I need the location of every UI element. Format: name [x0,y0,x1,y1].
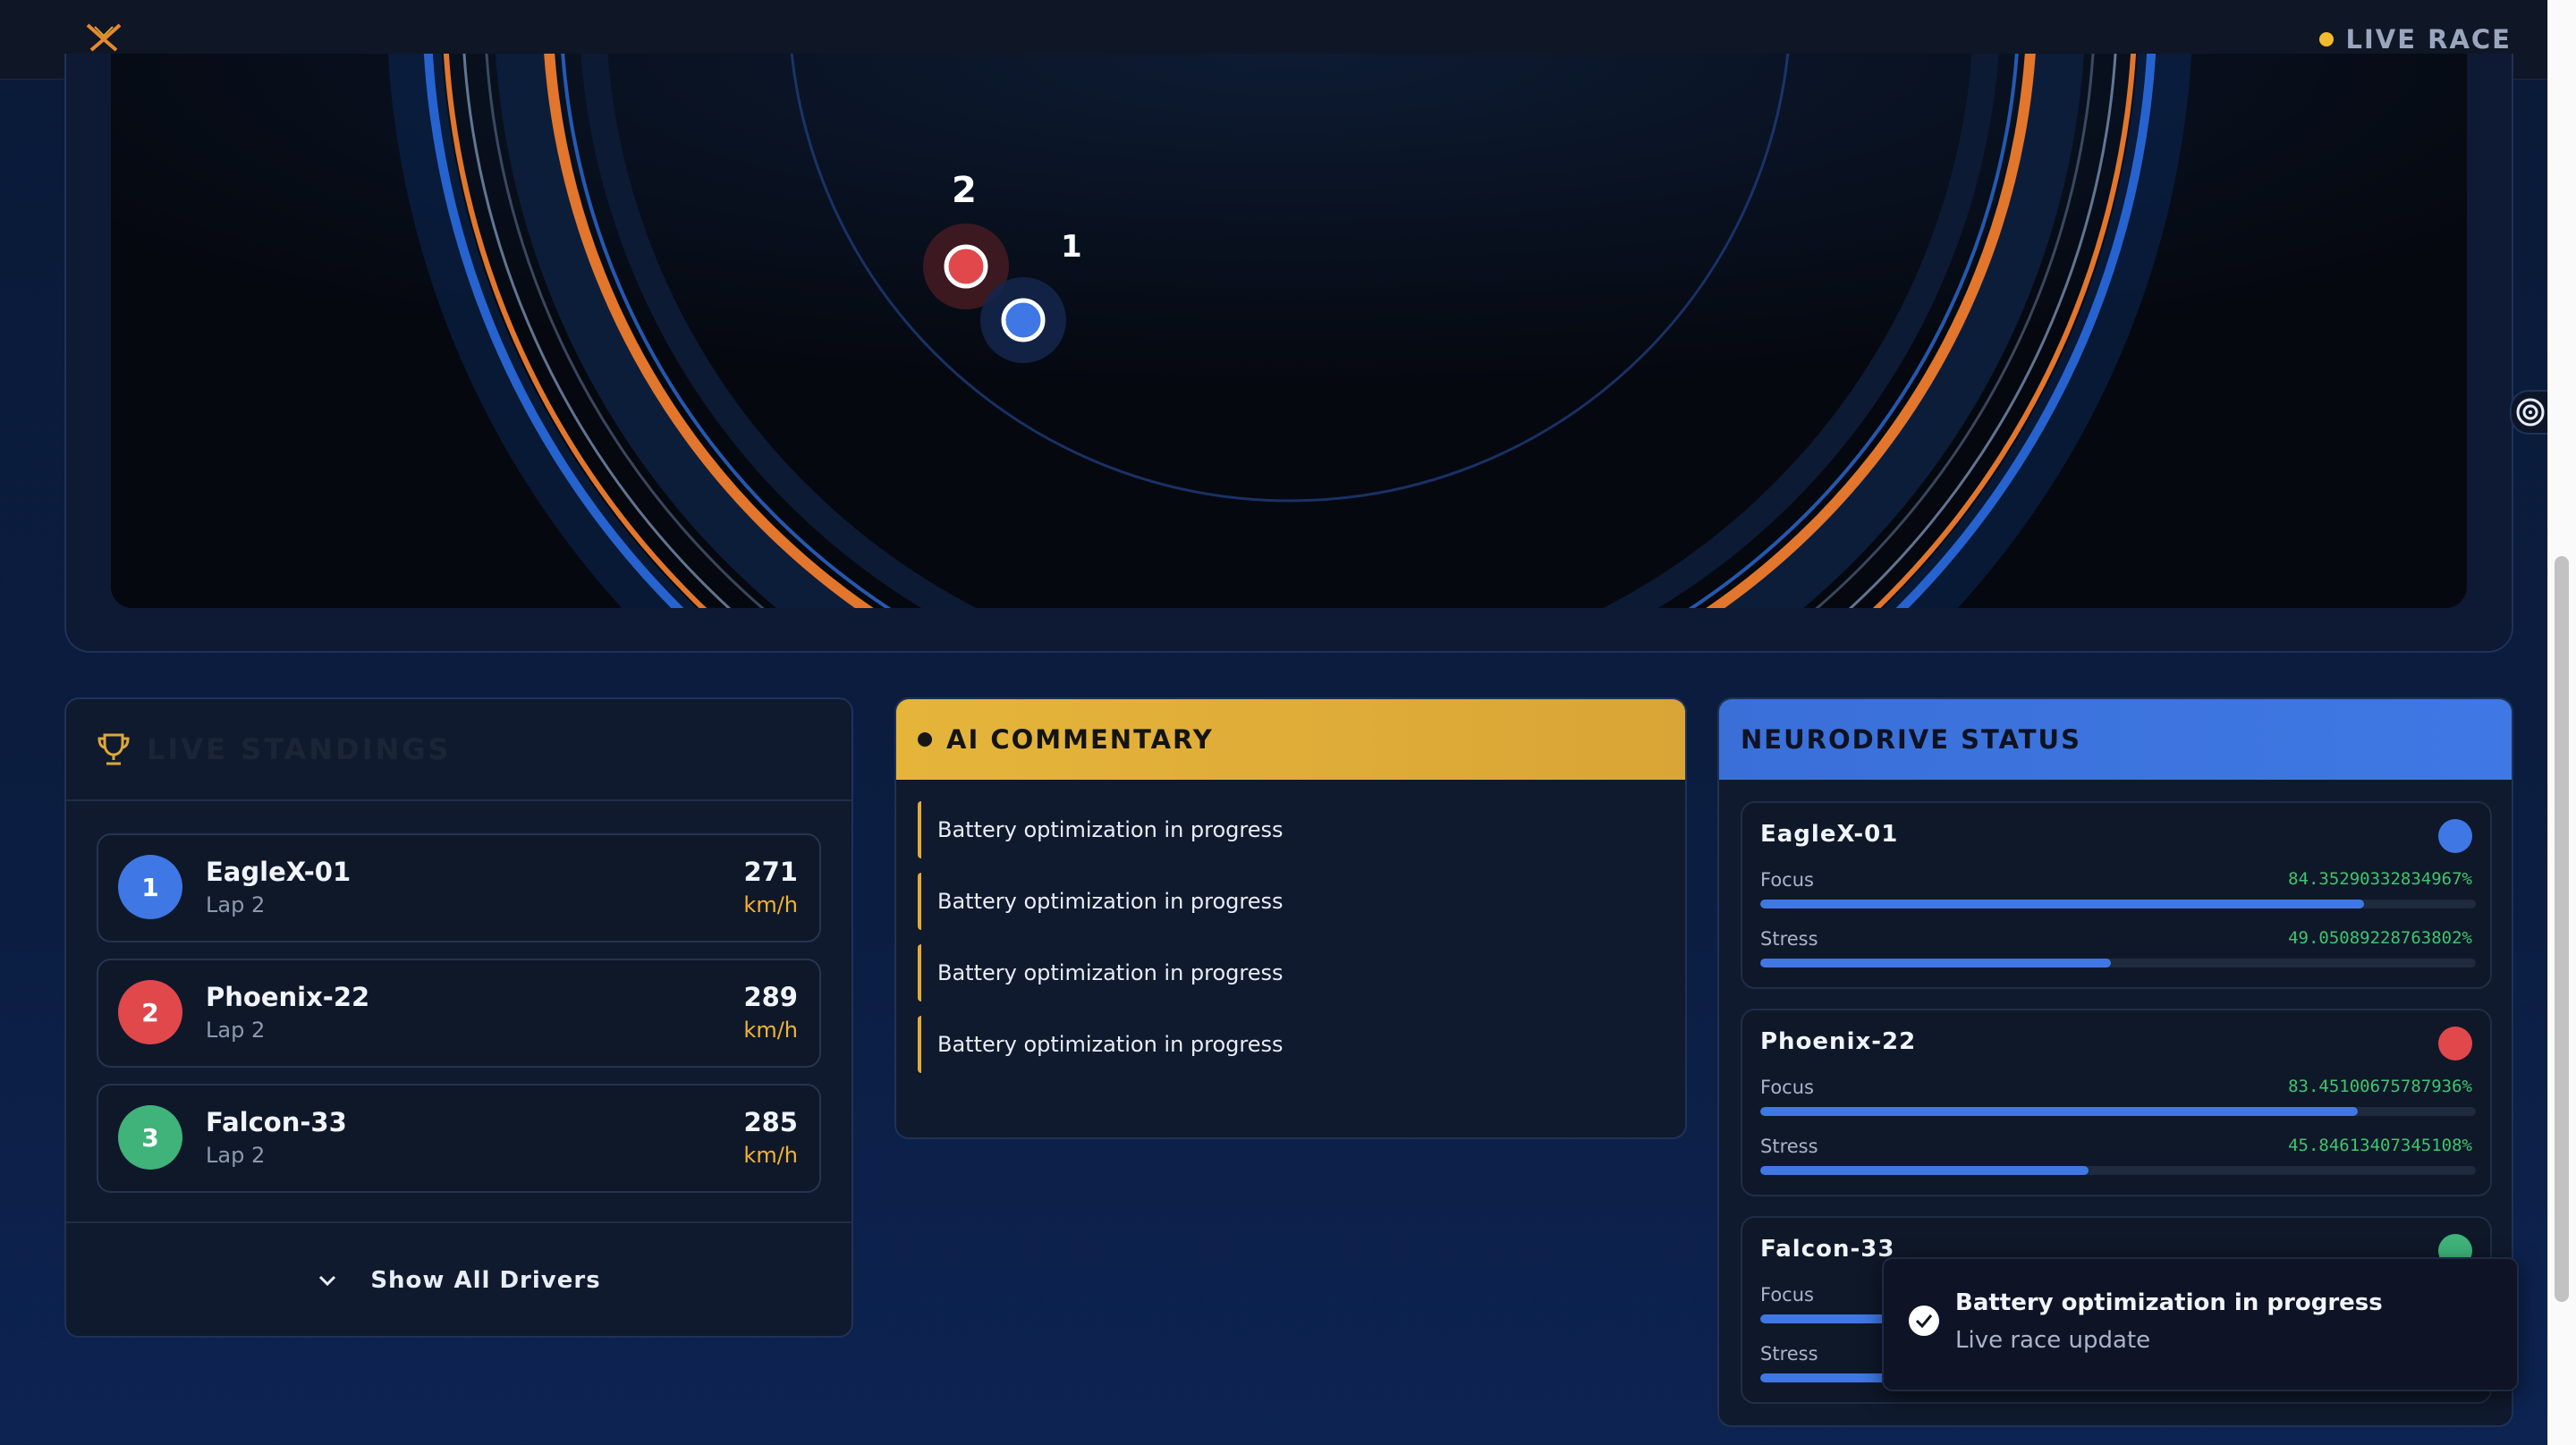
commentary-title: AI COMMENTARY [946,724,1214,755]
focus-label: Focus [1760,1284,1814,1306]
focus-bar-fill [1760,1107,2358,1116]
stress-bar [1760,959,2476,968]
ai-commentary-panel: AI COMMENTARY Battery optimization in pr… [894,697,1687,1139]
chevron-down-icon [319,1275,336,1287]
focus-label: Focus [1760,1077,1814,1098]
track-marker-1 [1001,298,1046,342]
speed-unit: km/h [743,1143,798,1168]
track-marker-label-2: 2 [952,170,977,211]
stress-bar-fill [1760,959,2112,968]
commentary-status-dot [918,732,932,747]
focus-value: 83.45100675787936% [2288,1077,2472,1096]
position-badge: 3 [118,1105,182,1170]
position-badge: 2 [118,980,182,1044]
driver-lap: Lap 2 [206,892,266,917]
target-icon [2516,398,2545,427]
neurodrive-title: NEURODRIVE STATUS [1741,724,2081,755]
focus-bar [1760,900,2476,908]
check-circle-icon [1909,1306,1939,1336]
crossed-wings-logo-icon[interactable] [84,20,123,55]
driver-color-indicator [2438,1027,2472,1061]
commentary-item: Battery optimization in progress [918,873,1653,930]
show-all-drivers-label: Show All Drivers [370,1267,601,1294]
focus-value: 84.35290332834967% [2288,869,2472,889]
neurodrive-driver-name: Falcon-33 [1760,1236,1895,1263]
toast-notification[interactable]: Battery optimization in progress Live ra… [1882,1257,2519,1391]
toast-subtitle: Live race update [1955,1327,2151,1354]
neurodrive-card: Phoenix-22 Focus 83.45100675787936% Stre… [1741,1009,2492,1196]
recenter-target-button[interactable] [2510,390,2549,435]
neurodrive-driver-name: EagleX-01 [1760,821,1899,848]
neurodrive-header: NEURODRIVE STATUS [1719,699,2512,780]
stress-bar-fill [1760,1166,2089,1175]
track-svg [111,54,2467,608]
commentary-header: AI COMMENTARY [896,699,1685,780]
track-marker-2 [944,244,988,289]
driver-speed: 289 [743,982,798,1012]
focus-label: Focus [1760,869,1814,891]
driver-lap: Lap 2 [206,1018,266,1043]
standings-title: LIVE STANDINGS [147,732,452,766]
stress-bar [1760,1166,2476,1175]
live-race-label: LIVE RACE [2345,24,2512,55]
toast-message: Battery optimization in progress [1955,1289,2383,1316]
standings-header: LIVE STANDINGS [66,699,852,801]
scrollbar-thumb[interactable] [2555,556,2569,1302]
standings-row[interactable]: 1 EagleX-01 Lap 2 271 km/h [97,833,821,942]
driver-name: Phoenix-22 [206,982,370,1012]
driver-color-indicator [2438,819,2472,853]
focus-bar [1760,1107,2476,1116]
position-badge: 1 [118,855,182,919]
trophy-icon [97,733,130,765]
driver-speed: 271 [743,857,798,887]
speed-unit: km/h [743,1018,798,1043]
neurodrive-driver-name: Phoenix-22 [1760,1028,1917,1055]
driver-lap: Lap 2 [206,1143,266,1168]
standings-row[interactable]: 3 Falcon-33 Lap 2 285 km/h [97,1084,821,1193]
commentary-item: Battery optimization in progress [918,1016,1653,1073]
commentary-item: Battery optimization in progress [918,801,1653,858]
race-track-panel: 2 1 [64,54,2513,653]
standings-row[interactable]: 2 Phoenix-22 Lap 2 289 km/h [97,959,821,1068]
driver-speed: 285 [743,1107,798,1137]
driver-name: EagleX-01 [206,857,352,887]
stress-label: Stress [1760,1136,1818,1157]
commentary-item: Battery optimization in progress [918,944,1653,1001]
stress-value: 45.84613407345108% [2288,1136,2472,1155]
track-marker-label-1: 1 [1061,229,1082,265]
race-track-view[interactable]: 2 1 [111,54,2467,608]
show-all-drivers-button[interactable]: Show All Drivers [66,1221,852,1336]
stress-label: Stress [1760,928,1818,950]
stress-label: Stress [1760,1343,1818,1365]
stress-value: 49.05089228763802% [2288,928,2472,948]
neurodrive-card: EagleX-01 Focus 84.35290332834967% Stres… [1741,801,2492,989]
speed-unit: km/h [743,892,798,917]
focus-bar-fill [1760,900,2364,908]
driver-name: Falcon-33 [206,1107,347,1137]
live-status-dot [2318,32,2334,46]
live-standings-panel: LIVE STANDINGS 1 EagleX-01 Lap 2 271 km/… [64,697,853,1338]
